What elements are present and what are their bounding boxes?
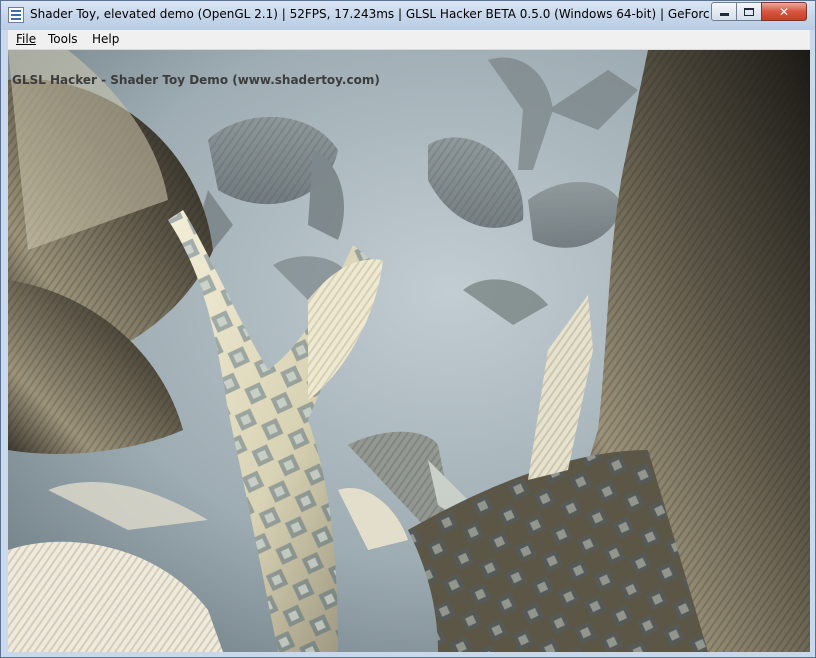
menu-help-label: Help: [92, 32, 120, 46]
app-window-icon[interactable]: [8, 7, 24, 23]
minimize-icon: [719, 13, 729, 16]
menu-tools-label: Tools: [48, 32, 78, 46]
application-window: Shader Toy, elevated demo (OpenGL 2.1) |…: [0, 0, 816, 658]
shader-scene: [8, 50, 810, 652]
menu-bar: File Tools Help: [8, 30, 810, 50]
window-title: Shader Toy, elevated demo (OpenGL 2.1) |…: [30, 7, 710, 21]
menu-file-label: File: [16, 32, 37, 46]
menu-tools[interactable]: Tools: [44, 32, 82, 49]
viewport-overlay-text: GLSL Hacker - Shader Toy Demo (www.shade…: [12, 73, 380, 87]
menu-file[interactable]: File: [12, 32, 40, 49]
menu-help[interactable]: Help: [88, 32, 123, 49]
close-icon: ✕: [778, 4, 790, 19]
minimize-button[interactable]: [711, 2, 737, 21]
render-viewport[interactable]: GLSL Hacker - Shader Toy Demo (www.shade…: [8, 50, 810, 652]
title-bar[interactable]: Shader Toy, elevated demo (OpenGL 2.1) |…: [1, 1, 815, 30]
maximize-button[interactable]: [736, 2, 762, 21]
close-button[interactable]: ✕: [761, 2, 807, 21]
maximize-icon: [744, 7, 754, 16]
